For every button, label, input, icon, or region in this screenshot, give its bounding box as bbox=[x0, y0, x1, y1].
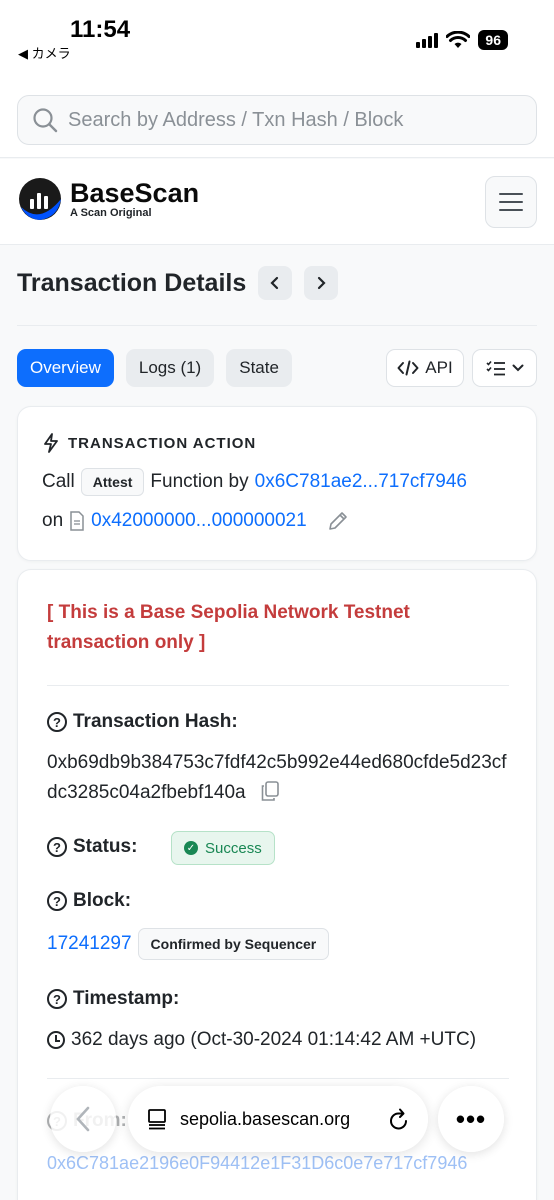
pencil-icon[interactable] bbox=[327, 510, 349, 532]
transaction-action-card: TRANSACTION ACTION Call Attest Function … bbox=[17, 406, 537, 561]
menu-line bbox=[499, 209, 523, 211]
function-by-text: Function by bbox=[150, 471, 249, 492]
address-bar[interactable]: sepolia.basescan.org bbox=[128, 1086, 428, 1152]
tab-state[interactable]: State bbox=[226, 349, 292, 387]
divider bbox=[17, 325, 537, 326]
testnet-notice: [ This is a Base Sepolia Network Testnet… bbox=[47, 602, 410, 653]
status-value: Success bbox=[205, 839, 262, 857]
lightning-icon bbox=[44, 433, 58, 453]
hash-label-text: Transaction Hash: bbox=[73, 711, 238, 732]
timestamp-value: 362 days ago (Oct-30-2024 01:14:42 AM +U… bbox=[71, 1029, 477, 1050]
question-icon[interactable]: ? bbox=[47, 712, 67, 732]
check-circle-icon: ✓ bbox=[184, 841, 198, 855]
brand-name: BaseScan bbox=[70, 178, 200, 208]
search-box[interactable] bbox=[17, 95, 537, 145]
contract-address-link[interactable]: 0x42000000...000000021 bbox=[91, 510, 307, 532]
ellipsis-icon: ••• bbox=[455, 1103, 487, 1134]
status-time: 11:54 bbox=[70, 16, 131, 43]
contract-file-icon bbox=[70, 511, 84, 531]
hamburger-menu-button[interactable] bbox=[485, 176, 537, 228]
battery-icon: 96 bbox=[478, 30, 508, 50]
action-on-line: on 0x42000000...000000021 bbox=[42, 510, 349, 532]
question-icon[interactable]: ? bbox=[47, 891, 67, 911]
browser-back-button[interactable] bbox=[50, 1086, 116, 1152]
divider bbox=[47, 685, 509, 686]
transaction-action-heading: TRANSACTION ACTION bbox=[42, 433, 256, 453]
url-text: sepolia.basescan.org bbox=[180, 1108, 351, 1129]
divider bbox=[47, 1078, 509, 1079]
logo-mark-icon bbox=[19, 178, 62, 221]
question-icon[interactable]: ? bbox=[47, 989, 67, 1009]
api-label: API bbox=[425, 358, 453, 377]
signal-icon bbox=[416, 32, 439, 48]
next-transaction-button[interactable] bbox=[304, 266, 339, 300]
block-row: 17241297 Confirmed by Sequencer bbox=[47, 928, 330, 960]
timestamp-label: ? Timestamp: bbox=[47, 988, 179, 1010]
menu-line bbox=[499, 201, 523, 203]
menu-line bbox=[499, 193, 523, 195]
search-icon bbox=[33, 108, 58, 133]
chevron-left-icon bbox=[270, 276, 279, 290]
from-address-full[interactable]: 0x6C781ae2196e0F94412e1F31D6c0e7e717cf79… bbox=[47, 1150, 507, 1176]
status-icons: 96 bbox=[416, 30, 508, 50]
site-header: BaseScan A Scan Original bbox=[0, 159, 554, 245]
timestamp-label-text: Timestamp: bbox=[73, 988, 180, 1009]
status-label: ? Status: bbox=[47, 836, 137, 858]
list-options-button[interactable] bbox=[472, 349, 537, 387]
tab-logs[interactable]: Logs (1) bbox=[125, 349, 215, 387]
basescan-logo[interactable]: BaseScan A Scan Original bbox=[18, 177, 199, 221]
search-input[interactable] bbox=[68, 108, 508, 132]
code-icon bbox=[397, 360, 419, 376]
wifi-icon bbox=[446, 31, 471, 48]
function-chip: Attest bbox=[80, 468, 145, 496]
hash-label: ? Transaction Hash: bbox=[47, 711, 238, 733]
on-text: on bbox=[42, 510, 64, 531]
from-address-link[interactable]: 0x6C781ae2...717cf7946 bbox=[255, 471, 467, 493]
transaction-hash: 0xb69db9b384753c7fdf42c5b992e44ed680cfde… bbox=[47, 748, 507, 808]
status-badge: ✓ Success bbox=[171, 831, 275, 865]
tab-overview-icon[interactable] bbox=[146, 1108, 168, 1130]
clock-icon bbox=[47, 1031, 65, 1049]
status-label-text: Status: bbox=[73, 836, 138, 857]
brand-tagline: A Scan Original bbox=[70, 207, 152, 219]
tab-bar: Overview Logs (1) State bbox=[17, 349, 292, 387]
timestamp-row: 362 days ago (Oct-30-2024 01:14:42 AM +U… bbox=[47, 1029, 476, 1051]
call-text: Call bbox=[42, 471, 75, 492]
action-call-line: Call Attest Function by 0x6C781ae2...717… bbox=[42, 468, 467, 496]
sequencer-badge: Confirmed by Sequencer bbox=[137, 928, 330, 960]
chevron-right-icon bbox=[318, 276, 326, 290]
reload-icon[interactable] bbox=[388, 1107, 410, 1131]
prev-transaction-button[interactable] bbox=[258, 266, 293, 300]
page-title: Transaction Details bbox=[17, 268, 247, 297]
search-bar bbox=[0, 70, 554, 158]
question-icon[interactable]: ? bbox=[47, 837, 67, 857]
block-number-link[interactable]: 17241297 bbox=[47, 933, 132, 955]
back-to-camera-link[interactable]: ◀ カメラ bbox=[18, 43, 71, 62]
block-label-text: Block: bbox=[73, 890, 132, 911]
transaction-action-title: TRANSACTION ACTION bbox=[68, 434, 257, 452]
more-options-button[interactable]: ••• bbox=[438, 1086, 504, 1152]
tab-overview[interactable]: Overview bbox=[17, 349, 114, 387]
status-bar: 11:54 ◀ カメラ 96 bbox=[0, 0, 554, 70]
api-button[interactable]: API bbox=[386, 349, 464, 387]
block-label: ? Block: bbox=[47, 890, 131, 912]
checklist-icon bbox=[485, 360, 505, 376]
copy-icon[interactable] bbox=[261, 781, 279, 801]
chevron-down-icon bbox=[512, 364, 523, 372]
title-row: Transaction Details bbox=[17, 266, 339, 300]
chevron-left-icon bbox=[76, 1106, 90, 1132]
